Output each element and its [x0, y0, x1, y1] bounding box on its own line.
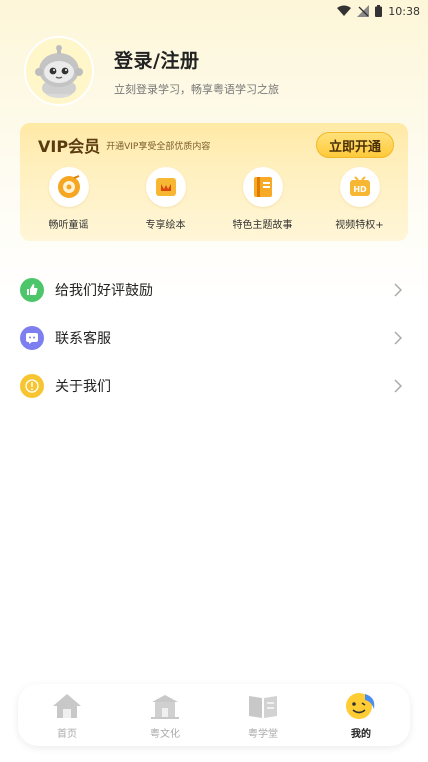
- tab-culture[interactable]: 粤文化: [125, 691, 205, 740]
- menu-label: 联系客服: [55, 331, 111, 347]
- thumbs-up-icon: [20, 278, 44, 302]
- feature-label: 特色主题故事: [232, 220, 293, 231]
- bottom-tab-bar: 首页 粤文化 粤学堂 我的: [18, 684, 410, 746]
- wifi-icon: [337, 5, 352, 17]
- feature-label: 畅听童谣: [48, 220, 89, 231]
- picture-book-icon: [145, 167, 186, 207]
- vip-feature-video[interactable]: HD 视频特权+: [315, 167, 405, 237]
- chat-icon: [20, 326, 44, 350]
- tab-home[interactable]: 首页: [27, 691, 107, 740]
- menu-label: 给我们好评鼓励: [55, 283, 153, 299]
- vip-description: 开通VIP享受全部优质内容: [106, 141, 211, 152]
- vip-card: VIP会员 开通VIP享受全部优质内容 立即开通 畅听童谣 专享绘本 特色主题故…: [20, 123, 408, 241]
- vip-feature-picture-books[interactable]: 专享绘本: [121, 167, 211, 237]
- book-icon: [246, 691, 280, 721]
- login-register-title[interactable]: 登录/注册: [114, 46, 279, 73]
- vip-title: VIP会员: [38, 137, 101, 156]
- settings-menu: 给我们好评鼓励 联系客服 关于我们: [20, 266, 408, 410]
- menu-item-customer-service[interactable]: 联系客服: [20, 314, 408, 362]
- robot-mascot-icon: [35, 45, 83, 98]
- tab-label: 我的: [351, 728, 371, 740]
- temple-icon: [148, 691, 182, 721]
- menu-item-about-us[interactable]: 关于我们: [20, 362, 408, 410]
- battery-icon: [375, 5, 383, 17]
- smiley-icon: [344, 691, 378, 721]
- menu-item-rate-us[interactable]: 给我们好评鼓励: [20, 266, 408, 314]
- profile-header[interactable]: 登录/注册 立刻登录学习，畅享粤语学习之旅: [24, 36, 404, 106]
- status-bar: 10:38: [0, 0, 428, 22]
- home-icon: [50, 691, 84, 721]
- vip-feature-songs[interactable]: 畅听童谣: [24, 167, 114, 237]
- info-icon: [20, 374, 44, 398]
- tab-mine[interactable]: 我的: [321, 691, 401, 740]
- chevron-right-icon: [394, 379, 402, 393]
- chevron-right-icon: [394, 283, 402, 297]
- menu-label: 关于我们: [55, 379, 111, 395]
- hd-video-icon: HD: [339, 167, 380, 207]
- login-subtitle: 立刻登录学习，畅享粤语学习之旅: [114, 82, 279, 96]
- avatar[interactable]: [24, 36, 94, 106]
- story-book-icon: [242, 167, 283, 207]
- vinyl-record-icon: [48, 167, 89, 207]
- feature-label: 视频特权+: [335, 220, 384, 231]
- tab-label: 粤学堂: [248, 728, 278, 740]
- chevron-right-icon: [394, 331, 402, 345]
- vip-open-button[interactable]: 立即开通: [315, 132, 394, 158]
- tab-classroom[interactable]: 粤学堂: [223, 691, 303, 740]
- signal-icon: [357, 5, 370, 17]
- tab-label: 首页: [57, 728, 77, 740]
- status-time: 10:38: [388, 4, 420, 18]
- svg-text:HD: HD: [353, 185, 367, 194]
- vip-feature-stories[interactable]: 特色主题故事: [218, 167, 308, 237]
- feature-label: 专享绘本: [145, 220, 186, 231]
- tab-label: 粤文化: [150, 728, 180, 740]
